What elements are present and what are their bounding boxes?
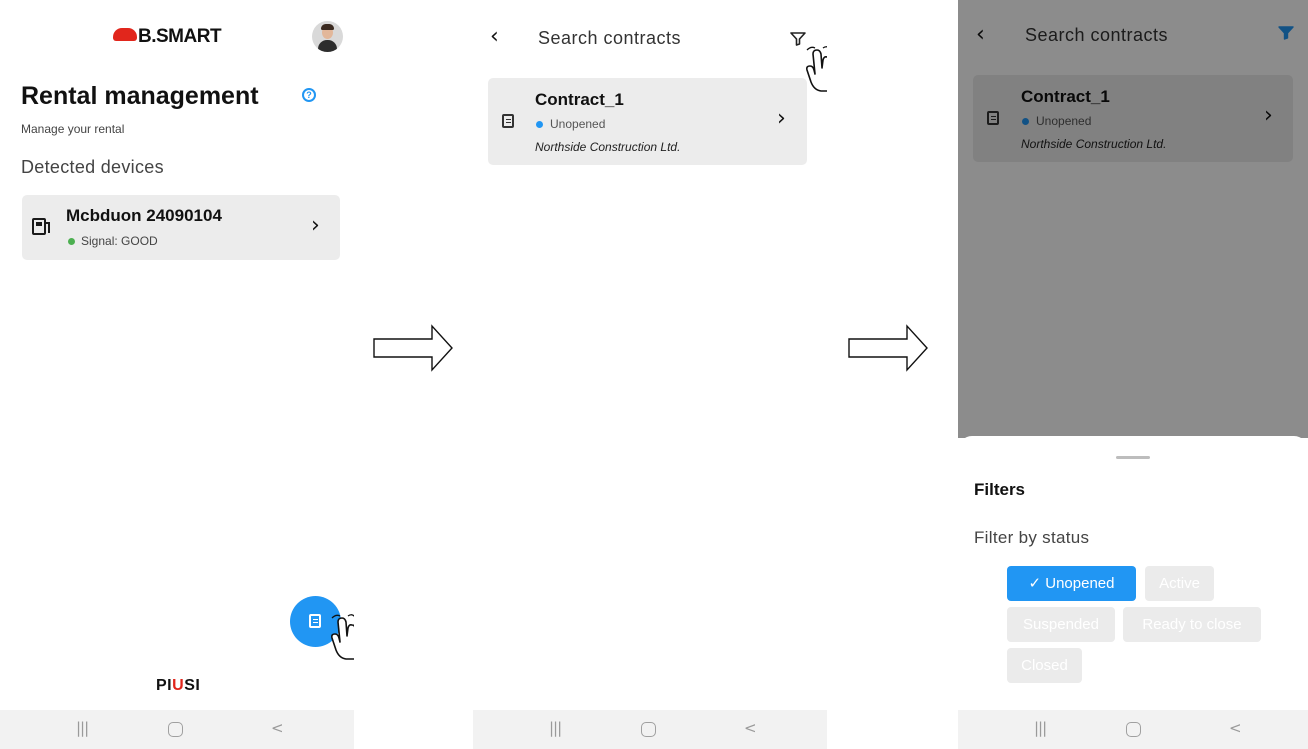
system-navbar: ||| < [0,710,354,749]
system-back-button[interactable]: < [1229,718,1242,738]
chip-unopened[interactable]: ✓ Unopened [1007,566,1136,601]
home-button[interactable] [168,722,183,737]
device-name: Mcbduon 24090104 [66,206,222,225]
contract-doc-icon [502,114,514,128]
screen-rental-management: B.SMART Rental management ? Manage your … [0,0,354,749]
logo-mark-icon [113,28,137,41]
signal-status-dot [68,238,75,245]
contract-status: Unopened [550,117,606,131]
recent-apps-button[interactable]: ||| [549,718,562,738]
chevron-right-icon: › [777,106,786,131]
contract-doc-icon [309,614,321,628]
fuel-pump-icon [32,218,50,235]
device-card[interactable]: Mcbduon 24090104 Signal: GOOD › [22,195,340,260]
system-back-button[interactable]: < [744,718,757,738]
screen-search-contracts-filters: ‹ Search contracts Contract_1 Unopened N… [958,0,1308,749]
page-subtitle: Manage your rental [21,122,125,136]
tap-hand-icon [331,614,354,660]
filters-bottom-sheet: Filters Filter by status ✓ Unopened Acti… [958,436,1308,749]
avatar-hair [321,24,334,30]
header-title: Search contracts [538,28,682,48]
filter-funnel-icon[interactable] [790,32,806,46]
back-arrow-icon[interactable]: ‹ [490,24,499,49]
system-back-button[interactable]: < [271,718,284,738]
flow-arrow-icon [848,324,928,372]
avatar[interactable] [312,21,343,52]
check-icon: ✓ [1028,575,1042,592]
home-button[interactable] [641,722,656,737]
modal-scrim[interactable] [958,0,1308,438]
avatar-body [318,40,337,52]
chip-active[interactable]: Active [1145,566,1214,601]
recent-apps-button[interactable]: ||| [76,718,89,738]
system-navbar: ||| < [473,710,827,749]
filter-by-status-label: Filter by status [974,528,1090,547]
chip-closed[interactable]: Closed [1007,648,1082,683]
sheet-drag-handle[interactable] [1116,456,1150,459]
section-label-detected-devices: Detected devices [21,157,164,177]
flow-arrow-icon [373,324,453,372]
help-icon[interactable]: ? [302,88,316,102]
home-button[interactable] [1126,722,1141,737]
contract-card[interactable]: Contract_1 Unopened Northside Constructi… [488,78,807,165]
bsmart-logo: B.SMART [113,26,222,48]
page-title: Rental management [21,82,259,110]
chevron-right-icon: › [311,213,320,238]
contract-name: Contract_1 [535,90,624,109]
recent-apps-button[interactable]: ||| [1034,718,1047,738]
chip-ready-to-close[interactable]: Ready to close [1123,607,1261,642]
piusi-brand-logo: PIUSI [156,677,201,694]
filters-title: Filters [974,480,1026,499]
contract-company: Northside Construction Ltd. [535,140,681,154]
system-navbar: ||| < [958,710,1308,749]
chip-label: Unopened [1045,575,1115,592]
chip-suspended[interactable]: Suspended [1007,607,1115,642]
screen-search-contracts: ‹ Search contracts Contract_1 Unopened N… [473,0,827,749]
logo-text: B.SMART [138,26,222,47]
device-signal: Signal: GOOD [81,234,158,248]
contract-status-dot [536,121,543,128]
